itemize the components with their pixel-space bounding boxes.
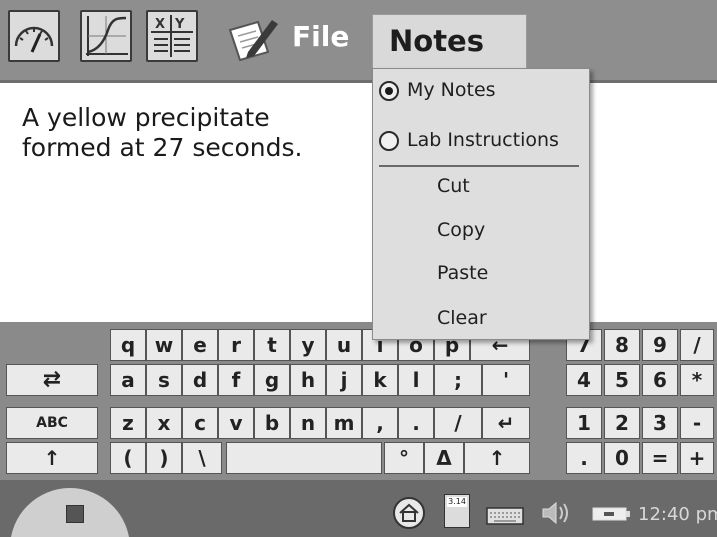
start-button[interactable] xyxy=(10,488,130,537)
numpad-key[interactable]: 4 xyxy=(566,364,602,396)
key[interactable]: f xyxy=(218,364,254,396)
key[interactable]: u xyxy=(326,329,362,361)
device-screen: X Y File Notes A yellow precipitate form… xyxy=(0,0,717,537)
clock: 12:40 pm xyxy=(638,504,717,525)
key[interactable]: ( xyxy=(110,442,146,474)
gauge-icon[interactable] xyxy=(8,10,60,62)
shift-key[interactable]: ↑ xyxy=(464,442,530,474)
virtual-keyboard: ⇄ ABC ↑ q w e r t y u i o p ← a s d f g … xyxy=(0,322,717,480)
numpad-key[interactable]: 9 xyxy=(642,329,678,361)
clear-menu-item[interactable]: Clear xyxy=(437,307,487,329)
numpad-key[interactable]: = xyxy=(642,442,678,474)
key[interactable]: n xyxy=(290,407,326,439)
numpad-key[interactable]: * xyxy=(680,364,714,396)
stop-square-icon xyxy=(66,505,84,523)
numpad-key[interactable]: - xyxy=(680,407,714,439)
key[interactable]: ' xyxy=(482,364,530,396)
battery-icon xyxy=(592,506,632,526)
note-line: A yellow precipitate xyxy=(22,103,270,132)
key[interactable]: s xyxy=(146,364,182,396)
lab-instructions-radio[interactable] xyxy=(379,131,399,151)
cut-menu-item[interactable]: Cut xyxy=(437,175,470,197)
radio-selected-dot xyxy=(385,87,393,95)
svg-text:Y: Y xyxy=(174,17,185,32)
numpad-key[interactable]: 2 xyxy=(604,407,640,439)
key[interactable]: m xyxy=(326,407,362,439)
my-notes-option[interactable]: My Notes xyxy=(407,79,496,101)
top-toolbar: X Y File Notes xyxy=(0,0,717,83)
numpad-key[interactable]: / xyxy=(680,329,714,361)
paste-menu-item[interactable]: Paste xyxy=(437,262,488,284)
key[interactable]: b xyxy=(254,407,290,439)
key[interactable]: k xyxy=(362,364,398,396)
taskbar: 3.14 12:40 pm xyxy=(0,480,717,537)
key[interactable]: g xyxy=(254,364,290,396)
key[interactable]: y xyxy=(290,329,326,361)
numpad-key[interactable]: + xyxy=(680,442,714,474)
notes-menu-tab[interactable]: Notes xyxy=(372,14,527,70)
pen-icon[interactable] xyxy=(224,12,280,68)
numpad-key[interactable]: . xyxy=(566,442,602,474)
key[interactable]: v xyxy=(218,407,254,439)
home-icon[interactable] xyxy=(392,496,426,534)
note-line: formed at 27 seconds. xyxy=(22,133,303,162)
shift-key[interactable]: ↑ xyxy=(6,442,98,474)
key[interactable]: d xyxy=(182,364,218,396)
key[interactable]: q xyxy=(110,329,146,361)
file-menu-label[interactable]: File xyxy=(292,20,349,53)
notes-menu-label: Notes xyxy=(389,24,484,58)
key[interactable]: ) xyxy=(146,442,182,474)
numpad-key[interactable]: 1 xyxy=(566,407,602,439)
key[interactable]: e xyxy=(182,329,218,361)
notes-dropdown-menu: My Notes Lab Instructions Cut Copy Paste… xyxy=(372,68,590,340)
key[interactable]: r xyxy=(218,329,254,361)
key[interactable]: \ xyxy=(182,442,222,474)
svg-text:X: X xyxy=(155,17,165,32)
key[interactable]: ; xyxy=(434,364,482,396)
key[interactable]: h xyxy=(290,364,326,396)
lab-instructions-option[interactable]: Lab Instructions xyxy=(407,129,559,151)
delta-key[interactable]: Δ xyxy=(424,442,464,474)
calculator-display: 3.14 xyxy=(447,497,467,507)
degree-key[interactable]: ° xyxy=(384,442,424,474)
my-notes-radio[interactable] xyxy=(379,81,399,101)
space-key[interactable] xyxy=(226,442,382,474)
copy-menu-item[interactable]: Copy xyxy=(437,219,485,241)
numpad-key[interactable]: 5 xyxy=(604,364,640,396)
note-text-area[interactable]: A yellow precipitate formed at 27 second… xyxy=(22,103,362,163)
key[interactable]: w xyxy=(146,329,182,361)
key[interactable]: a xyxy=(110,364,146,396)
menu-divider xyxy=(379,165,579,167)
numpad-key[interactable]: 0 xyxy=(604,442,640,474)
key[interactable]: t xyxy=(254,329,290,361)
numpad-key[interactable]: 3 xyxy=(642,407,678,439)
key[interactable]: l xyxy=(398,364,434,396)
speaker-icon[interactable] xyxy=(540,498,574,532)
key[interactable]: / xyxy=(434,407,482,439)
abc-key[interactable]: ABC xyxy=(6,407,98,439)
graph-icon[interactable] xyxy=(80,10,132,62)
switch-keyboard-key[interactable]: ⇄ xyxy=(6,364,98,396)
key[interactable]: x xyxy=(146,407,182,439)
table-icon[interactable]: X Y xyxy=(146,10,198,62)
key[interactable]: c xyxy=(182,407,218,439)
numpad-key[interactable]: 8 xyxy=(604,329,640,361)
keyboard-icon[interactable] xyxy=(486,504,524,530)
key[interactable]: j xyxy=(326,364,362,396)
enter-key[interactable]: ↵ xyxy=(482,407,530,439)
key[interactable]: . xyxy=(398,407,434,439)
key[interactable]: , xyxy=(362,407,398,439)
key[interactable]: z xyxy=(110,407,146,439)
numpad-key[interactable]: 6 xyxy=(642,364,678,396)
calculator-icon[interactable]: 3.14 xyxy=(444,494,470,528)
